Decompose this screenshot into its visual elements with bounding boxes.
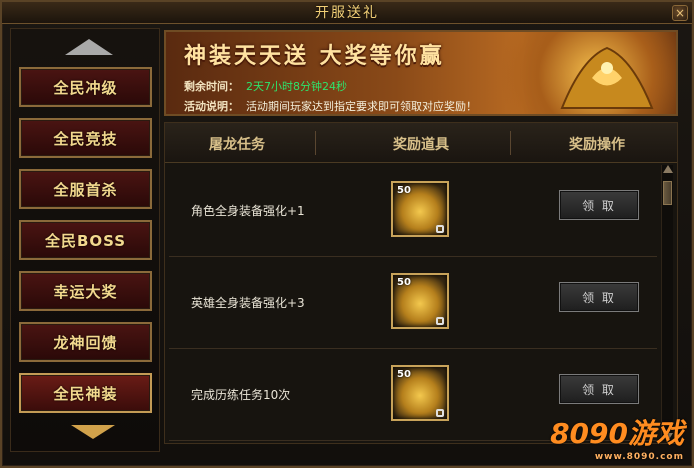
menu-item-quanfu-shousha[interactable]: 全服首杀	[19, 169, 152, 209]
scroll-down-arrow-icon[interactable]	[71, 425, 115, 439]
scroll-up-arrow-icon[interactable]	[65, 39, 113, 55]
task-label: 完成历练任务10次	[191, 388, 291, 402]
reward-table: 屠龙任务 奖励道具 奖励操作 角色全身装备强化+1 50 领 取 英雄全身装备强…	[164, 122, 678, 444]
task-label: 角色全身装备强化+1	[191, 204, 305, 218]
menu-item-longshen-huikui[interactable]: 龙神回馈	[19, 322, 152, 362]
claim-button[interactable]: 领 取	[559, 282, 639, 312]
event-window: 开服送礼 × 全民冲级 全民竞技 全服首杀 全民BOSS 幸运大奖 龙神回馈 全…	[0, 0, 694, 468]
menu-item-quanmin-shenzhuang[interactable]: 全民神装	[19, 373, 152, 413]
item-count: 50	[397, 277, 411, 288]
item-count: 50	[397, 185, 411, 196]
table-header: 屠龙任务 奖励道具 奖励操作	[165, 123, 677, 163]
table-row: 英雄全身装备强化+3 50 领 取	[169, 259, 657, 349]
title-bar: 开服送礼 ×	[2, 2, 692, 24]
menu-item-quanmin-boss[interactable]: 全民BOSS	[19, 220, 152, 260]
banner-title: 神装天天送 大奖等你赢	[184, 44, 445, 69]
scroll-up-icon[interactable]	[663, 165, 673, 173]
dragon-armor-icon	[560, 46, 654, 109]
remaining-time-value: 2天7小时8分钟24秒	[246, 80, 347, 93]
header-divider	[315, 131, 316, 155]
site-watermark-logo: 8090游戏 www.8090.com	[550, 417, 684, 462]
dragon-badge-item-icon[interactable]: 50	[391, 273, 449, 329]
dragon-badge-item-icon[interactable]: 50	[391, 181, 449, 237]
event-menu: 全民冲级 全民竞技 全服首杀 全民BOSS 幸运大奖 龙神回馈 全民神装	[10, 28, 160, 452]
menu-item-quanmin-chongji[interactable]: 全民冲级	[19, 67, 152, 107]
menu-item-quanmin-jingji[interactable]: 全民竞技	[19, 118, 152, 158]
event-banner: 神装天天送 大奖等你赢 剩余时间： 2天7小时8分钟24秒 活动说明： 活动期间…	[164, 30, 678, 116]
header-divider	[510, 131, 511, 155]
dragon-badge-item-icon[interactable]: 50	[391, 365, 449, 421]
claim-button[interactable]: 领 取	[559, 374, 639, 404]
lock-icon	[436, 225, 444, 233]
lock-icon	[436, 409, 444, 417]
table-scrollbar[interactable]	[661, 165, 673, 441]
task-label: 英雄全身装备强化+3	[191, 296, 305, 310]
event-desc-value: 活动期间玩家达到指定要求即可领取对应奖励！	[246, 100, 477, 113]
remaining-time-label: 剩余时间：	[184, 80, 239, 93]
item-count: 50	[397, 369, 411, 380]
table-row: 角色全身装备强化+1 50 领 取	[169, 167, 657, 257]
event-desc-label: 活动说明：	[184, 100, 239, 113]
menu-item-xingyun-dajiang[interactable]: 幸运大奖	[19, 271, 152, 311]
close-button[interactable]: ×	[672, 5, 688, 21]
column-header-reward-action: 奖励操作	[569, 137, 625, 153]
column-header-reward-item: 奖励道具	[393, 137, 449, 153]
scroll-thumb[interactable]	[663, 181, 672, 205]
claim-button[interactable]: 领 取	[559, 190, 639, 220]
column-header-task: 屠龙任务	[209, 137, 265, 153]
lock-icon	[436, 317, 444, 325]
window-title: 开服送礼	[315, 5, 379, 21]
